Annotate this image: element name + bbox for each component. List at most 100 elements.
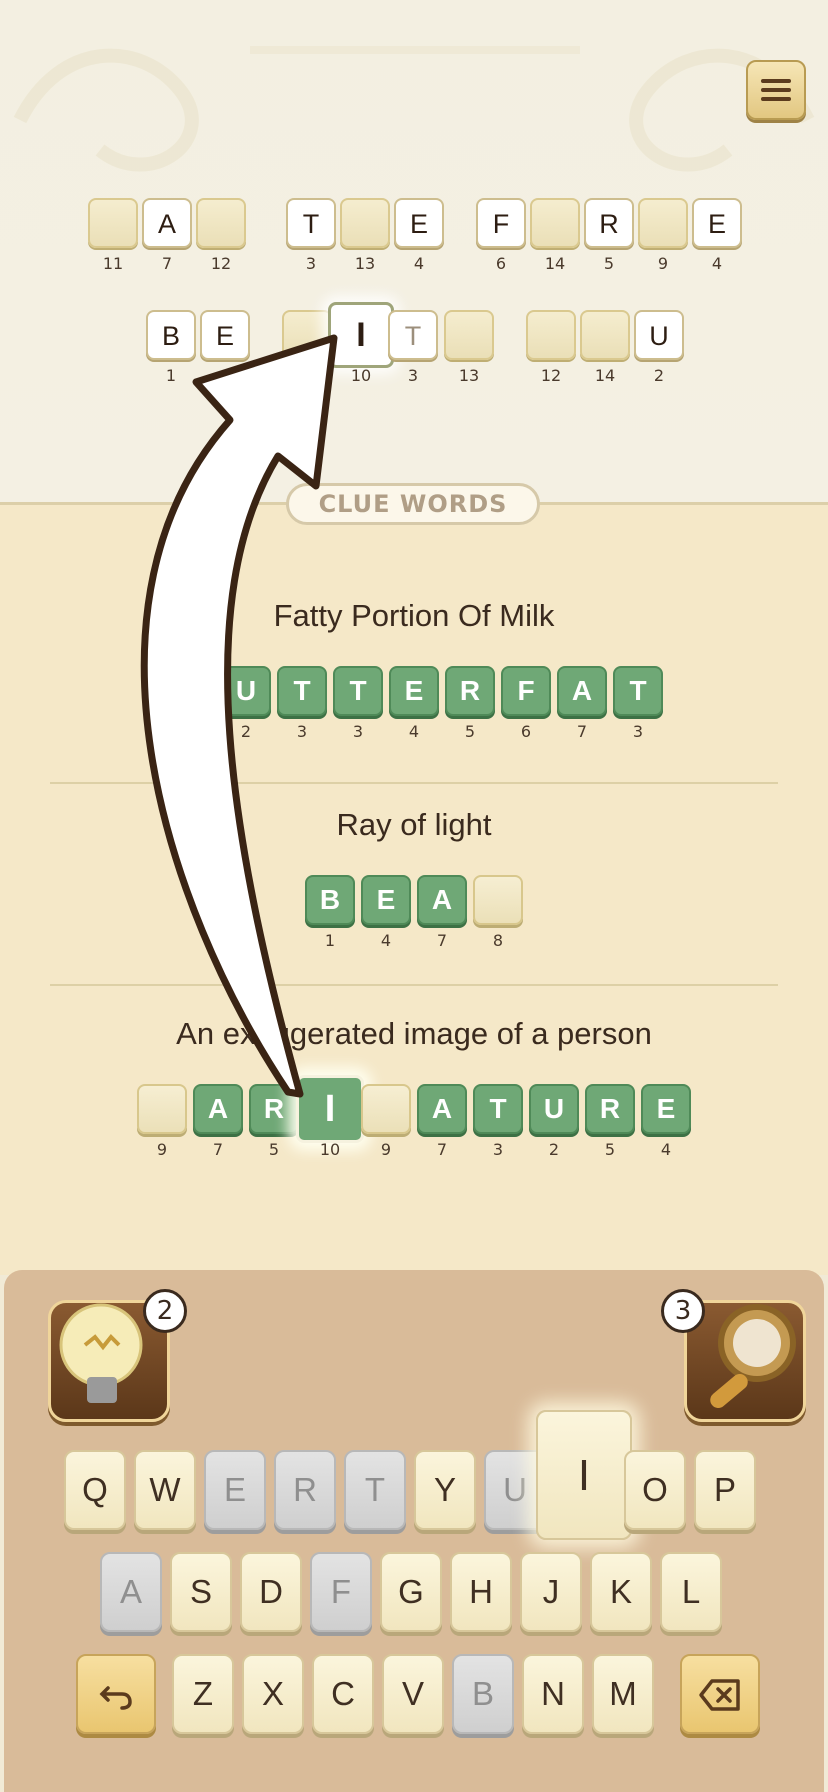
clue-letter-tile[interactable]: A [417, 1084, 467, 1134]
clue-letter-number: 7 [436, 1140, 448, 1159]
clue-letter-number: 7 [212, 1140, 224, 1159]
quote-tile[interactable] [526, 310, 576, 360]
clue-text: An exaggerated image of a person [176, 1016, 652, 1051]
clue-letter-number: 2 [548, 1140, 560, 1159]
clue-letter-tile[interactable]: A [417, 875, 467, 925]
clue-letter-tile[interactable]: R [585, 1084, 635, 1134]
undo-icon [99, 1686, 132, 1710]
quote-tile[interactable]: I [328, 302, 394, 368]
clue-letter-tile[interactable]: T [333, 666, 383, 716]
undo-button[interactable] [76, 1654, 156, 1734]
quote-tile[interactable] [196, 198, 246, 248]
clue-letter-tile[interactable]: T [277, 666, 327, 716]
backspace-icon [699, 1679, 740, 1711]
quote-tile[interactable] [88, 198, 138, 248]
quote-tile[interactable] [638, 198, 688, 248]
clue-letter-tile[interactable]: T [473, 1084, 523, 1134]
quote-tile[interactable]: R [584, 198, 634, 248]
key-i[interactable]: I [536, 1410, 632, 1540]
key-t[interactable]: T [344, 1450, 406, 1530]
clue-letter-number: 3 [352, 722, 364, 741]
key-h[interactable]: H [450, 1552, 512, 1632]
quote-tile-number: 5 [603, 254, 615, 273]
clue-letter-number: 3 [492, 1140, 504, 1159]
reveal-lens-button[interactable]: 3 [661, 1289, 806, 1422]
clue-text: Ray of light [336, 807, 492, 842]
clue-letter-tile[interactable] [473, 875, 523, 925]
clue-letter-tile[interactable]: T [613, 666, 663, 716]
key-g[interactable]: G [380, 1552, 442, 1632]
quote-tile-number: 6 [495, 254, 507, 273]
key-n[interactable]: N [522, 1654, 584, 1734]
quote-tile-number: 2 [653, 366, 665, 385]
clue-letter-tile[interactable]: U [529, 1084, 579, 1134]
key-v[interactable]: V [382, 1654, 444, 1734]
clue-letter-number: 8 [492, 931, 504, 950]
clue-letter-number: 2 [240, 722, 252, 741]
clue-letter-tile[interactable]: U [221, 666, 271, 716]
clue-letter-tile[interactable]: E [389, 666, 439, 716]
key-x[interactable]: X [242, 1654, 304, 1734]
clue-letter-tile[interactable]: B [305, 875, 355, 925]
clue-letter-number: 5 [464, 722, 476, 741]
quote-tile[interactable]: F [476, 198, 526, 248]
clue-letter-tile[interactable]: B [165, 666, 215, 716]
quote-tile[interactable]: E [692, 198, 742, 248]
clue-letter-tile[interactable]: R [445, 666, 495, 716]
quote-tile-number: 8 [301, 366, 313, 385]
quote-tile[interactable] [282, 310, 332, 360]
quote-tile[interactable] [530, 198, 580, 248]
magnifier-icon [710, 1304, 796, 1408]
key-z[interactable]: Z [172, 1654, 234, 1734]
hint-bulb-button[interactable]: 2 [48, 1289, 187, 1422]
clue-letter-tile[interactable]: E [641, 1084, 691, 1134]
key-y[interactable]: Y [414, 1450, 476, 1530]
key-e[interactable]: E [204, 1450, 266, 1530]
key-c[interactable]: C [312, 1654, 374, 1734]
quote-tile[interactable]: T [388, 310, 438, 360]
key-f[interactable]: F [310, 1552, 372, 1632]
key-q[interactable]: Q [64, 1450, 126, 1530]
quote-tile[interactable]: U [634, 310, 684, 360]
menu-button[interactable] [746, 60, 806, 120]
key-j[interactable]: J [520, 1552, 582, 1632]
clue-letter-tile[interactable]: A [557, 666, 607, 716]
quote-tile[interactable]: T [286, 198, 336, 248]
key-w[interactable]: W [134, 1450, 196, 1530]
quote-tile-number: 7 [161, 254, 173, 273]
quote-board: 11 A 7 12 T 3 13 E 4 F 6 14 R 5 9 E 4 B 1 E 4 8 I 10 T 3 13 12 14 U 2 [0, 0, 828, 505]
quote-tile-number: 14 [544, 254, 566, 273]
backspace-button[interactable] [680, 1654, 760, 1734]
clue-letter-number: 10 [319, 1140, 341, 1159]
clue-letter-tile[interactable] [361, 1084, 411, 1134]
key-s[interactable]: S [170, 1552, 232, 1632]
key-m[interactable]: M [592, 1654, 654, 1734]
quote-tile[interactable] [580, 310, 630, 360]
quote-tile-number: 3 [305, 254, 317, 273]
quote-tile[interactable] [444, 310, 494, 360]
key-l[interactable]: L [660, 1552, 722, 1632]
key-k[interactable]: K [590, 1552, 652, 1632]
clue-letter-tile[interactable]: I [296, 1075, 364, 1143]
clue-letter-tile[interactable]: F [501, 666, 551, 716]
clue-letter-number: 9 [156, 1140, 168, 1159]
quote-tile[interactable] [340, 198, 390, 248]
key-b[interactable]: B [452, 1654, 514, 1734]
quote-tile[interactable]: E [200, 310, 250, 360]
hamburger-icon [761, 79, 791, 101]
clue-letter-number: 3 [632, 722, 644, 741]
quote-tile[interactable]: B [146, 310, 196, 360]
quote-tile[interactable]: E [394, 198, 444, 248]
key-p[interactable]: P [694, 1450, 756, 1530]
clue-letter-tile[interactable]: E [361, 875, 411, 925]
key-r[interactable]: R [274, 1450, 336, 1530]
reveal-count-badge: 3 [661, 1289, 705, 1333]
key-o[interactable]: O [624, 1450, 686, 1530]
clue-letter-tile[interactable] [137, 1084, 187, 1134]
quote-tile[interactable]: A [142, 198, 192, 248]
clue-letter-number: 3 [296, 722, 308, 741]
key-a[interactable]: A [100, 1552, 162, 1632]
clue-letter-tile[interactable]: R [249, 1084, 299, 1134]
clue-letter-tile[interactable]: A [193, 1084, 243, 1134]
key-d[interactable]: D [240, 1552, 302, 1632]
